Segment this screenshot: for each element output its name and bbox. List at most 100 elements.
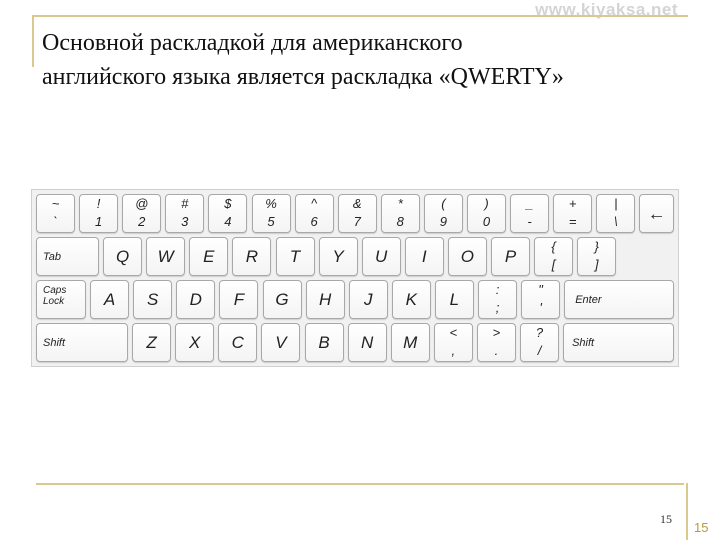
key-base-symbol: \ — [613, 214, 618, 229]
key-shift-symbol: & — [352, 196, 362, 211]
key-base-symbol: . — [494, 343, 499, 358]
key-q[interactable]: Q — [103, 237, 143, 276]
key-label: J — [363, 289, 373, 309]
key-shift-symbol: " — [538, 282, 543, 297]
key-n[interactable]: N — [347, 323, 387, 362]
key-t[interactable]: T — [275, 237, 315, 276]
key-label: ← — [647, 203, 666, 223]
key-label: N — [360, 332, 374, 352]
key-p[interactable]: P — [491, 237, 530, 276]
key-u[interactable]: U — [361, 237, 401, 276]
key-label: K — [405, 289, 417, 309]
key-symbol[interactable]: }] — [577, 237, 617, 276]
key-enter[interactable]: Enter — [564, 280, 674, 319]
key-label: Caps Lock — [43, 285, 67, 307]
key-shift-symbol: : — [495, 282, 500, 297]
key-r[interactable]: R — [232, 237, 272, 276]
key-shift-symbol: ) — [484, 196, 489, 211]
key-label: A — [103, 289, 116, 309]
key-3[interactable]: #3 — [165, 194, 205, 233]
key-label: Shift — [43, 336, 66, 349]
key-i[interactable]: I — [404, 237, 444, 276]
key-symbol[interactable]: >. — [476, 323, 516, 362]
key-shift[interactable]: Shift — [36, 323, 128, 362]
key-symbol[interactable]: _ - — [510, 194, 550, 233]
slide-title-line-2: английского языка является раскладка «QW… — [42, 64, 564, 90]
key-o[interactable]: O — [447, 237, 487, 276]
key-e[interactable]: E — [189, 237, 229, 276]
key-j[interactable]: J — [348, 280, 388, 319]
key-b[interactable]: B — [304, 323, 344, 362]
key-label: F — [233, 289, 245, 309]
key-symbol[interactable]: :; — [478, 280, 517, 319]
key-symbol[interactable]: {[ — [534, 237, 574, 276]
key-label: U — [375, 246, 388, 266]
key-symbol[interactable]: <, — [433, 323, 473, 362]
key-label: M — [403, 332, 418, 352]
key-w[interactable]: W — [146, 237, 186, 276]
key-label: B — [318, 332, 330, 352]
key-m[interactable]: M — [390, 323, 430, 362]
key-6[interactable]: ^ 6 — [294, 194, 334, 233]
watermark: www.kiyaksa.net — [535, 0, 678, 19]
key-g[interactable]: G — [262, 280, 302, 319]
key-label: V — [275, 332, 287, 352]
key-shift-symbol: } — [594, 239, 599, 254]
key-symbol[interactable]: ? / — [520, 323, 559, 362]
key-h[interactable]: H — [305, 280, 345, 319]
key-caps-lock[interactable]: Caps Lock — [36, 280, 86, 319]
key-backspace[interactable]: ← — [639, 194, 674, 233]
key-2[interactable]: @2 — [122, 194, 162, 233]
key-f[interactable]: F — [219, 280, 259, 319]
key-1[interactable]: ! 1 — [79, 194, 119, 233]
page-number: 15 — [694, 520, 709, 535]
key-a[interactable]: A — [90, 280, 130, 319]
key-k[interactable]: K — [391, 280, 431, 319]
key-shift-symbol: ~ — [51, 196, 60, 211]
key-symbol[interactable]: " ' — [521, 280, 561, 319]
key-l[interactable]: L — [434, 280, 474, 319]
key-base-symbol: = — [568, 214, 577, 229]
key-base-symbol: ' — [539, 300, 542, 315]
key-y[interactable]: Y — [318, 237, 358, 276]
key-9[interactable]: (9 — [423, 194, 463, 233]
footer-rule — [36, 483, 684, 485]
key-shift-symbol: ^ — [311, 196, 318, 211]
key-z[interactable]: Z — [132, 323, 172, 362]
key-label: Q — [115, 246, 130, 266]
key-c[interactable]: C — [218, 323, 258, 362]
key-shift-symbol: # — [181, 196, 189, 211]
key-label: Y — [332, 246, 344, 266]
key-base-symbol: 9 — [439, 214, 447, 229]
key-base-symbol: 6 — [310, 214, 318, 229]
key-shift-symbol: _ — [525, 196, 534, 211]
key-symbol[interactable]: + = — [553, 194, 593, 233]
key-base-symbol: [ — [551, 257, 556, 272]
key-shift-symbol: ! — [96, 196, 101, 211]
key-8[interactable]: * 8 — [380, 194, 420, 233]
key-v[interactable]: V — [261, 323, 301, 362]
key-5[interactable]: % 5 — [251, 194, 291, 233]
key-x[interactable]: X — [175, 323, 215, 362]
key-label: Enter — [575, 293, 602, 306]
key-label: Tab — [43, 250, 61, 263]
key-backslash[interactable]: | \ — [596, 194, 636, 233]
key-label: Z — [146, 332, 157, 352]
key-0[interactable]: ) 0 — [467, 194, 506, 233]
key-tab[interactable]: Tab — [36, 237, 99, 276]
key-label: E — [203, 246, 215, 266]
key-4[interactable]: $4 — [208, 194, 248, 233]
key-s[interactable]: S — [133, 280, 173, 319]
key-label: I — [421, 246, 427, 266]
key-label: L — [449, 289, 460, 309]
key-7[interactable]: & 7 — [337, 194, 377, 233]
footer-rule-right — [686, 483, 688, 540]
key-shift[interactable]: Shift — [563, 323, 674, 362]
key-base-symbol: 4 — [224, 214, 232, 229]
key-backtick[interactable]: ~ ` — [36, 194, 75, 233]
slide-number-small: 15 — [660, 512, 672, 526]
key-d[interactable]: D — [176, 280, 216, 319]
key-label: R — [245, 246, 259, 266]
key-label: C — [231, 332, 244, 352]
key-shift-symbol: @ — [135, 196, 149, 211]
